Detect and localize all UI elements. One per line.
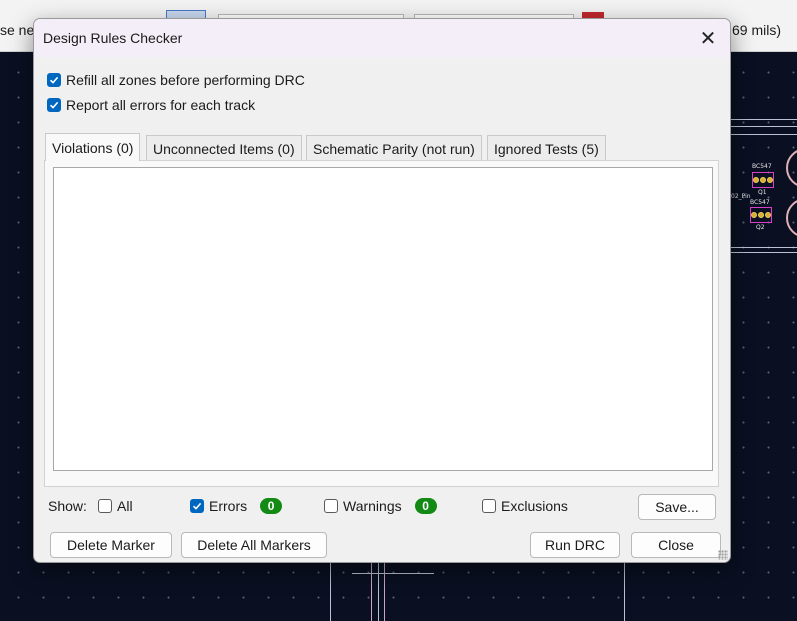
all-label: All <box>117 498 133 514</box>
tab-schematic-parity[interactable]: Schematic Parity (not run) <box>306 135 482 161</box>
delete-marker-button[interactable]: Delete Marker <box>50 532 172 558</box>
show-label: Show: <box>48 498 87 514</box>
filter-errors[interactable]: Errors 0 <box>190 498 283 514</box>
warnings-checkbox[interactable] <box>324 499 338 513</box>
violations-list[interactable] <box>53 167 713 471</box>
checkmark-icon <box>192 502 202 510</box>
part-ref-label: Q2 <box>756 224 765 231</box>
dialog-titlebar[interactable]: Design Rules Checker ✕ <box>34 19 730 57</box>
warnings-count-badge: 0 <box>414 498 437 514</box>
filter-all[interactable]: All <box>98 498 133 514</box>
drc-dialog: Design Rules Checker ✕ Refill all zones … <box>33 18 731 563</box>
errors-checkbox[interactable] <box>190 499 204 513</box>
refill-zones-label: Refill all zones before performing DRC <box>66 72 305 88</box>
part-value-label: BC547 <box>750 199 770 206</box>
board-line <box>731 119 797 120</box>
board-line <box>731 247 797 248</box>
report-all-errors-label: Report all errors for each track <box>66 97 256 113</box>
board-line <box>731 134 797 135</box>
warnings-label: Warnings <box>343 498 402 514</box>
board-line <box>378 562 379 621</box>
checkmark-icon <box>49 101 59 109</box>
tab-label: Schematic Parity (not run) <box>313 140 475 157</box>
footprint-q1[interactable] <box>752 172 774 188</box>
exclusions-checkbox[interactable] <box>482 499 496 513</box>
close-icon[interactable]: ✕ <box>694 25 722 51</box>
part-ref-label: Q1 <box>758 189 767 196</box>
report-all-errors-option[interactable]: Report all errors for each track <box>47 97 255 113</box>
filter-warnings[interactable]: Warnings 0 <box>324 498 437 514</box>
resize-grip-icon[interactable] <box>718 550 728 560</box>
footprint-q2[interactable] <box>750 207 772 223</box>
run-drc-button[interactable]: Run DRC <box>530 532 620 558</box>
toolbar-left-text: se ne <box>0 22 35 38</box>
mounting-hole <box>786 148 797 188</box>
board-line <box>624 562 625 621</box>
grid-size-text: 69 mils) <box>732 22 782 38</box>
save-button[interactable]: Save... <box>638 494 716 520</box>
delete-all-markers-button[interactable]: Delete All Markers <box>181 532 327 558</box>
violations-panel <box>44 160 719 487</box>
all-checkbox[interactable] <box>98 499 112 513</box>
board-line <box>352 573 434 574</box>
checkmark-icon <box>49 76 59 84</box>
board-line <box>731 252 797 253</box>
tab-ignored-tests[interactable]: Ignored Tests (5) <box>487 135 606 161</box>
board-line <box>330 562 331 621</box>
errors-label: Errors <box>209 498 248 514</box>
tab-unconnected-items[interactable]: Unconnected Items (0) <box>146 135 302 161</box>
tab-violations[interactable]: Violations (0) <box>45 133 141 161</box>
report-all-errors-checkbox[interactable] <box>47 98 61 112</box>
part-value-label: BC547 <box>752 163 772 170</box>
board-line <box>384 562 385 621</box>
board-line <box>731 126 797 127</box>
refill-zones-option[interactable]: Refill all zones before performing DRC <box>47 72 305 88</box>
mounting-hole <box>786 198 797 238</box>
tab-label: Ignored Tests (5) <box>494 140 599 157</box>
refill-zones-checkbox[interactable] <box>47 73 61 87</box>
tab-label: Unconnected Items (0) <box>153 140 295 157</box>
errors-count-badge: 0 <box>260 498 283 514</box>
board-line <box>371 562 372 621</box>
tab-label: Violations (0) <box>52 139 134 156</box>
dialog-title: Design Rules Checker <box>43 30 183 46</box>
exclusions-label: Exclusions <box>501 498 568 514</box>
close-button[interactable]: Close <box>631 532 721 558</box>
net-label: 02_Pin <box>731 193 751 200</box>
filter-exclusions[interactable]: Exclusions <box>482 498 568 514</box>
